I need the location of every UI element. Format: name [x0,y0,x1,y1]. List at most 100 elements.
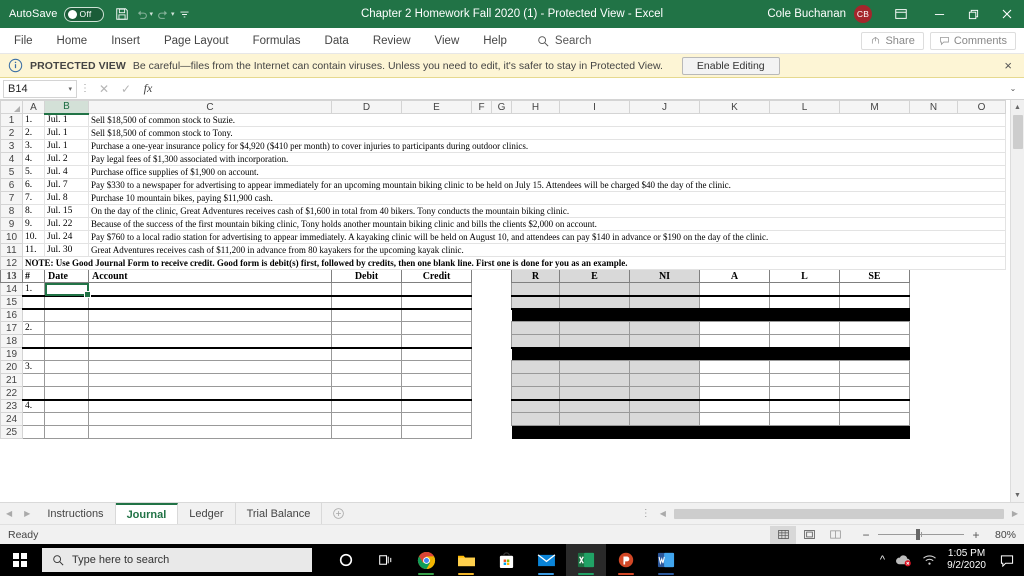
taskbar-clock[interactable]: 1:05 PM 9/2/2020 [947,548,986,572]
row-header-2[interactable]: 2 [0,126,23,140]
journal-cell-debit[interactable] [331,308,402,322]
journal-cell-account[interactable] [88,373,332,387]
row-header-7[interactable]: 7 [0,191,23,205]
journal-cell-credit[interactable] [401,386,472,401]
zoom-in-button[interactable]: + [970,528,982,542]
row-header-10[interactable]: 10 [0,230,23,244]
transaction-description[interactable]: Purchase office supplies of $1,900 on ac… [88,165,1006,179]
row-header-22[interactable]: 22 [0,386,23,400]
journal-cell-l[interactable] [769,295,840,310]
transaction-description[interactable]: Great Adventures receives cash of $11,20… [88,243,1006,257]
column-header-h[interactable]: H [511,100,560,114]
journal-cell-se[interactable] [839,282,910,297]
journal-cell-l[interactable] [769,282,840,297]
tab-formulas[interactable]: Formulas [241,28,313,54]
journal-cell-account[interactable] [88,399,332,413]
journal-cell-date[interactable] [44,360,89,374]
journal-cell-account[interactable] [88,295,332,310]
journal-cell-ni[interactable] [629,282,700,297]
journal-cell-r[interactable] [511,399,560,413]
row-header-15[interactable]: 15 [0,295,23,309]
journal-cell-credit[interactable] [401,308,472,322]
journal-cell-a[interactable] [699,282,770,297]
row-header-24[interactable]: 24 [0,412,23,426]
transaction-number[interactable]: 3. [22,139,45,153]
customize-quick-access-icon[interactable] [175,4,195,24]
journal-cell-account[interactable] [88,425,332,439]
journal-cell-account[interactable] [88,360,332,374]
transaction-description[interactable]: Pay $760 to a local radio station for ad… [88,230,1006,244]
column-header-g[interactable]: G [491,100,512,114]
transaction-number[interactable]: 1. [22,113,45,127]
journal-cell-date[interactable] [44,386,89,401]
journal-cell-e[interactable] [559,295,630,310]
row-header-25[interactable]: 25 [0,425,23,439]
show-hidden-icons-icon[interactable]: ^ [880,554,885,566]
journal-cell-ni[interactable] [629,373,700,387]
journal-cell-r[interactable] [511,282,560,297]
journal-cell-debit[interactable] [331,295,402,310]
horizontal-scrollbar[interactable] [673,507,1004,520]
file-explorer-icon[interactable] [446,544,486,576]
journal-cell-num[interactable] [22,334,45,349]
name-box[interactable]: B14 ▾ [3,79,77,98]
journal-cell-a[interactable] [699,399,770,413]
start-button[interactable] [0,544,40,576]
journal-cell-l[interactable] [769,386,840,401]
journal-cell-date[interactable] [44,373,89,387]
normal-view-icon[interactable] [770,525,796,544]
journal-cell-date[interactable] [44,282,92,298]
journal-cell-debit[interactable] [331,347,402,361]
sheet-nav-arrows[interactable]: ◀ ▶ [0,503,36,524]
enter-icon[interactable]: ✓ [115,80,137,98]
cortana-icon[interactable] [326,544,366,576]
journal-cell-debit[interactable] [331,386,402,401]
row-header-4[interactable]: 4 [0,152,23,166]
tab-file[interactable]: File [0,28,45,54]
journal-cell-a[interactable] [699,360,770,374]
previous-sheet-icon[interactable]: ◀ [6,509,12,518]
journal-cell-account[interactable] [88,321,332,335]
journal-cell-ni[interactable] [629,321,700,335]
journal-cell-debit[interactable] [331,425,402,439]
journal-cell-num[interactable]: 1. [22,282,45,297]
tab-home[interactable]: Home [45,28,100,54]
column-header-l[interactable]: L [769,100,840,114]
journal-cell-ni[interactable] [629,399,700,413]
transaction-number[interactable]: 7. [22,191,45,205]
journal-cell-r[interactable] [511,295,560,310]
transaction-date[interactable]: Jul. 1 [44,126,89,140]
ribbon-display-options-icon[interactable] [886,0,916,28]
wifi-icon[interactable] [922,554,937,566]
journal-cell-date[interactable] [44,321,89,335]
transaction-date[interactable]: Jul. 2 [44,152,89,166]
scroll-up-icon[interactable]: ▲ [1011,100,1024,114]
journal-cell-num[interactable]: 2. [22,321,45,335]
journal-cell-credit[interactable] [401,347,472,361]
journal-cell-credit[interactable] [401,425,472,439]
journal-cell-num[interactable] [22,295,45,310]
journal-cell-l[interactable] [769,360,840,374]
expand-formula-bar-icon[interactable]: ⌄ [1005,84,1021,93]
transaction-description[interactable]: Because of the success of the first moun… [88,217,1006,231]
row-header-1[interactable]: 1 [0,113,23,127]
journal-cell-date[interactable] [44,308,89,322]
transaction-date[interactable]: Jul. 1 [44,139,89,153]
page-break-view-icon[interactable] [822,526,848,544]
journal-cell-r[interactable] [511,334,560,349]
journal-cell-account[interactable] [88,282,332,297]
journal-cell-num[interactable] [22,386,45,401]
journal-cell-num[interactable] [22,373,45,387]
row-header-16[interactable]: 16 [0,308,23,322]
transaction-number[interactable]: 10. [22,230,45,244]
row-header-13[interactable]: 13 [0,269,23,283]
row-header-17[interactable]: 17 [0,321,23,335]
tab-page-layout[interactable]: Page Layout [152,28,241,54]
transaction-date[interactable]: Jul. 30 [44,243,89,257]
journal-cell-credit[interactable] [401,321,472,335]
journal-cell-debit[interactable] [331,282,402,297]
close-button[interactable] [990,0,1024,28]
row-header-11[interactable]: 11 [0,243,23,257]
journal-cell-a[interactable] [699,412,770,426]
add-sheet-button[interactable] [322,503,355,524]
